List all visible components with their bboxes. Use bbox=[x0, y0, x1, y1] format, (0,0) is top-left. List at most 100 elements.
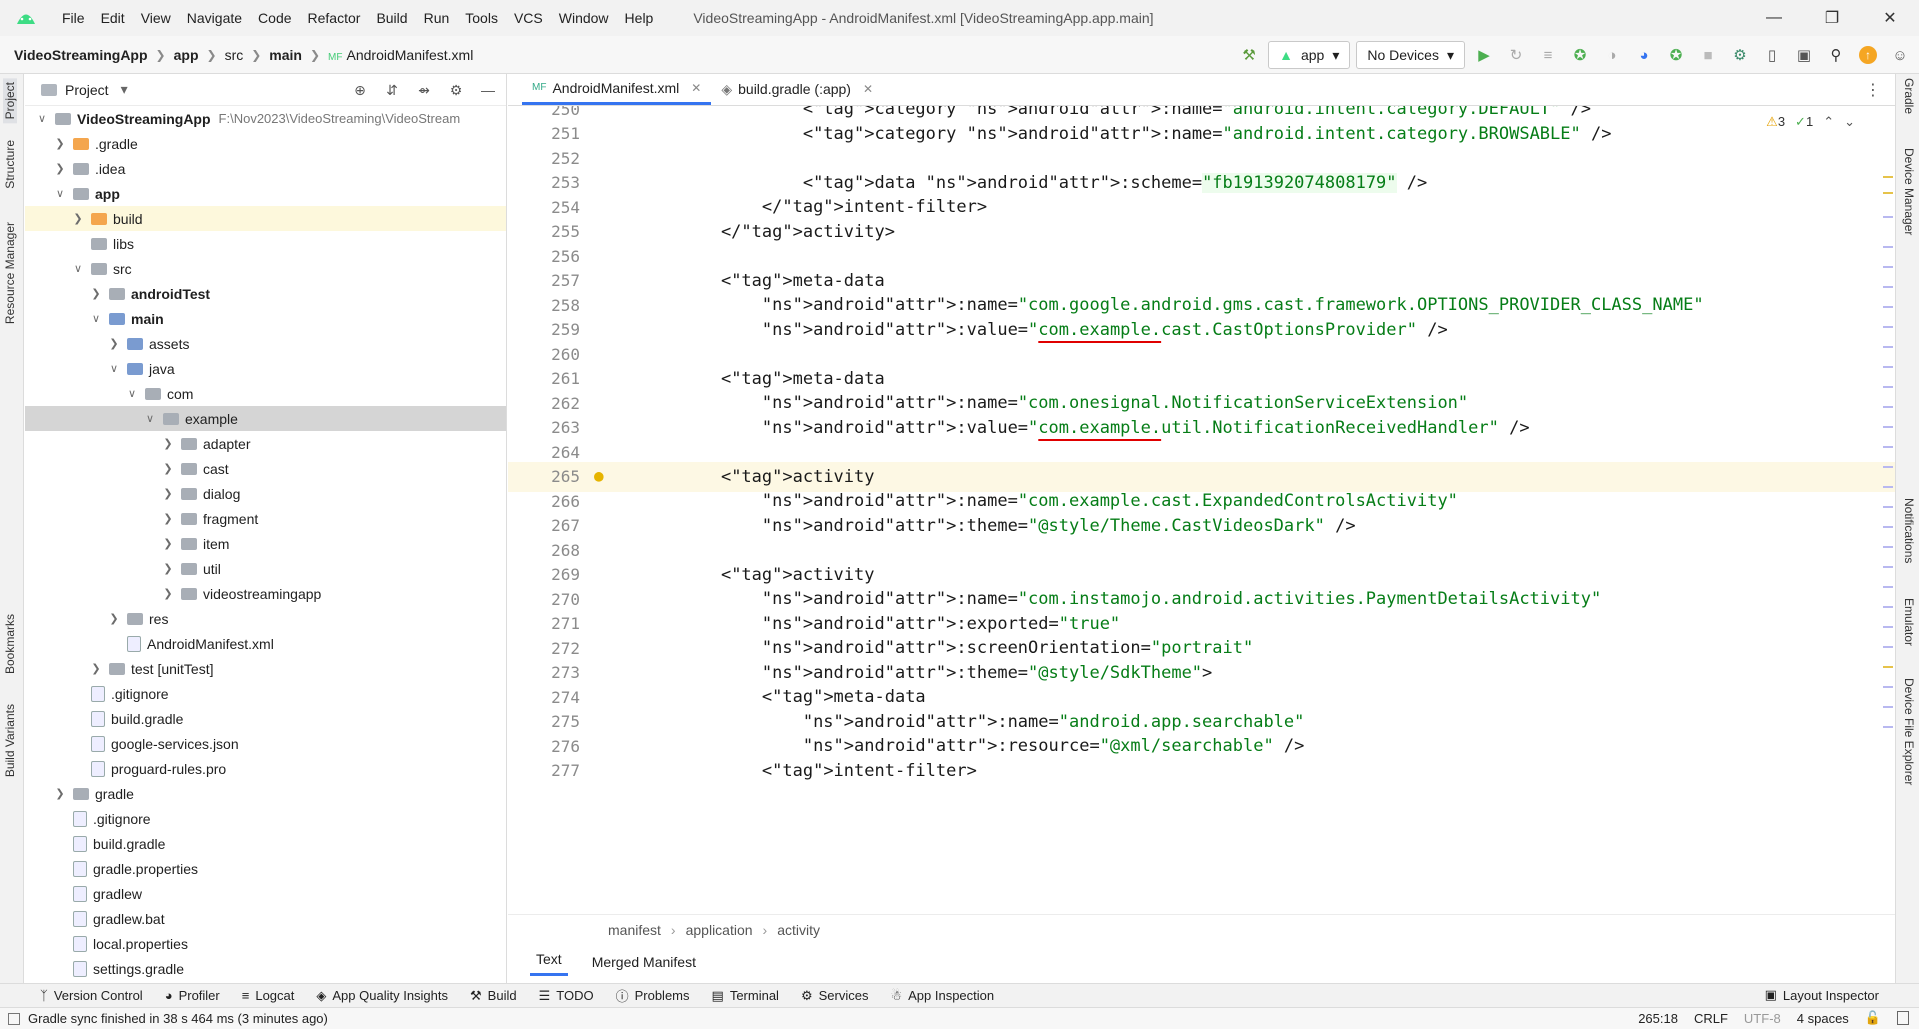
stripe-marker[interactable] bbox=[1883, 466, 1893, 468]
tree-item[interactable]: ❯ gradle bbox=[25, 781, 506, 806]
sync-gradle-icon[interactable]: ⚙ bbox=[1727, 42, 1753, 68]
stripe-marker[interactable] bbox=[1883, 386, 1893, 388]
tree-item[interactable]: ∨ src bbox=[25, 256, 506, 281]
debug-icon[interactable]: ✪ bbox=[1567, 42, 1593, 68]
chevron-right-icon[interactable]: ❯ bbox=[71, 212, 85, 225]
menu-code[interactable]: Code bbox=[250, 10, 299, 26]
run-icon[interactable]: ▶ bbox=[1471, 42, 1497, 68]
menu-help[interactable]: Help bbox=[617, 10, 662, 26]
tab-android-manifest[interactable]: MF AndroidManifest.xml ✕ bbox=[522, 73, 712, 105]
tab-text[interactable]: Text bbox=[530, 951, 568, 976]
chevron-down-icon[interactable]: ∨ bbox=[71, 262, 85, 275]
stripe-marker[interactable] bbox=[1883, 446, 1893, 448]
line-number[interactable]: 255 bbox=[508, 222, 580, 241]
chevron-right-icon[interactable]: ❯ bbox=[107, 612, 121, 625]
memory-indicator-icon[interactable] bbox=[1897, 1011, 1909, 1025]
line-number[interactable]: 262 bbox=[508, 394, 580, 413]
menu-refactor[interactable]: Refactor bbox=[300, 10, 369, 26]
chevron-down-icon[interactable]: ∨ bbox=[107, 362, 121, 375]
tree-item[interactable]: .gitignore bbox=[25, 681, 506, 706]
tool-version-control[interactable]: ᛉ Version Control bbox=[40, 988, 143, 1003]
tree-item[interactable]: ❯ res bbox=[25, 606, 506, 631]
breadcrumb-main[interactable]: main bbox=[269, 47, 302, 63]
line-number[interactable]: 251 bbox=[508, 124, 580, 143]
line-number[interactable]: 270 bbox=[508, 590, 580, 609]
tree-item[interactable]: ❯ util bbox=[25, 556, 506, 581]
menu-view[interactable]: View bbox=[133, 10, 179, 26]
stripe-marker[interactable] bbox=[1883, 216, 1893, 218]
chevron-down-icon[interactable]: ∨ bbox=[143, 412, 157, 425]
search-icon[interactable]: ⚲ bbox=[1823, 42, 1849, 68]
chevron-right-icon[interactable]: ❯ bbox=[161, 462, 175, 475]
hide-panel-icon[interactable]: — bbox=[476, 78, 500, 102]
status-message[interactable]: Gradle sync finished in 38 s 464 ms (3 m… bbox=[28, 1011, 328, 1026]
tree-item[interactable]: gradle.properties bbox=[25, 856, 506, 881]
menu-file[interactable]: File bbox=[54, 10, 93, 26]
menu-edit[interactable]: Edit bbox=[93, 10, 133, 26]
sdk-manager-icon[interactable]: ▣ bbox=[1791, 42, 1817, 68]
stripe-marker[interactable] bbox=[1883, 192, 1893, 194]
chevron-right-icon[interactable]: ❯ bbox=[161, 562, 175, 575]
chevron-right-icon[interactable]: ❯ bbox=[53, 137, 67, 150]
tool-build[interactable]: ⚒ Build bbox=[470, 988, 517, 1004]
stripe-marker[interactable] bbox=[1883, 486, 1893, 488]
line-number[interactable]: 268 bbox=[508, 541, 580, 560]
tree-item[interactable]: ❯ .idea bbox=[25, 156, 506, 181]
chevron-right-icon[interactable]: ❯ bbox=[89, 287, 103, 300]
tab-merged-manifest[interactable]: Merged Manifest bbox=[586, 954, 702, 976]
tree-item[interactable]: ❯ androidTest bbox=[25, 281, 506, 306]
stripe-device-manager[interactable]: Device Manager bbox=[1902, 148, 1916, 235]
chevron-right-icon[interactable]: ❯ bbox=[161, 587, 175, 600]
tree-item[interactable]: ∨ example bbox=[25, 406, 506, 431]
update-icon[interactable]: ↑ bbox=[1855, 42, 1881, 68]
stripe-marker[interactable] bbox=[1883, 366, 1893, 368]
device-manager-icon[interactable]: ▯ bbox=[1759, 42, 1785, 68]
tree-item[interactable]: ❯ .gradle bbox=[25, 131, 506, 156]
minimize-button[interactable]: — bbox=[1745, 0, 1803, 36]
line-number[interactable]: 275 bbox=[508, 712, 580, 731]
chevron-right-icon[interactable]: ❯ bbox=[53, 787, 67, 800]
tree-item[interactable]: ❯ item bbox=[25, 531, 506, 556]
tree-item[interactable]: gradlew bbox=[25, 881, 506, 906]
attach-debugger-icon[interactable]: ✪ bbox=[1663, 42, 1689, 68]
stripe-resource-manager[interactable]: Resource Manager bbox=[3, 222, 17, 324]
select-opened-file-icon[interactable]: ⊕ bbox=[348, 78, 372, 102]
stripe-marker[interactable] bbox=[1883, 586, 1893, 588]
stripe-marker[interactable] bbox=[1883, 626, 1893, 628]
settings-gear-icon[interactable]: ⚙ bbox=[444, 78, 468, 102]
tool-terminal[interactable]: ▤ Terminal bbox=[712, 988, 779, 1004]
line-number[interactable]: 276 bbox=[508, 737, 580, 756]
chevron-right-icon[interactable]: ❯ bbox=[161, 537, 175, 550]
chevron-right-icon[interactable]: ❯ bbox=[161, 487, 175, 500]
run-config-dropdown[interactable]: ▲ app ▾ bbox=[1268, 41, 1351, 69]
chevron-down-icon[interactable]: ∨ bbox=[89, 312, 103, 325]
stripe-gradle[interactable]: Gradle bbox=[1902, 78, 1916, 114]
stripe-emulator[interactable]: Emulator bbox=[1902, 598, 1916, 646]
line-number[interactable]: 264 bbox=[508, 443, 580, 462]
line-number[interactable]: 271 bbox=[508, 614, 580, 633]
breadcrumb-project[interactable]: VideoStreamingApp bbox=[14, 47, 148, 63]
line-number[interactable]: 274 bbox=[508, 688, 580, 707]
stripe-marker[interactable] bbox=[1883, 306, 1893, 308]
chevron-down-icon[interactable]: ∨ bbox=[53, 187, 67, 200]
line-number[interactable]: 267 bbox=[508, 516, 580, 535]
tool-problems[interactable]: ⓘ Problems bbox=[616, 986, 690, 1005]
collapse-all-icon[interactable]: ⇴ bbox=[412, 78, 436, 102]
stripe-marker[interactable] bbox=[1883, 726, 1893, 728]
tree-item[interactable]: ❯ cast bbox=[25, 456, 506, 481]
tree-item[interactable]: ❯ fragment bbox=[25, 506, 506, 531]
crumb-manifest[interactable]: manifest bbox=[608, 922, 661, 938]
tree-item[interactable]: AndroidManifest.xml bbox=[25, 631, 506, 656]
chevron-right-icon[interactable]: ❯ bbox=[107, 337, 121, 350]
chevron-down-icon[interactable]: ∨ bbox=[125, 387, 139, 400]
tree-item[interactable]: ∨ main bbox=[25, 306, 506, 331]
stripe-device-file-explorer[interactable]: Device File Explorer bbox=[1902, 678, 1916, 785]
chevron-right-icon[interactable]: ❯ bbox=[89, 662, 103, 675]
menu-build[interactable]: Build bbox=[368, 10, 415, 26]
tree-item[interactable]: ❯ dialog bbox=[25, 481, 506, 506]
stripe-marker[interactable] bbox=[1883, 426, 1893, 428]
chevron-down-icon[interactable]: ∨ bbox=[35, 112, 49, 125]
chevron-right-icon[interactable]: ❯ bbox=[161, 512, 175, 525]
tree-item[interactable]: local.properties bbox=[25, 931, 506, 956]
breadcrumb-app[interactable]: app bbox=[174, 47, 199, 63]
